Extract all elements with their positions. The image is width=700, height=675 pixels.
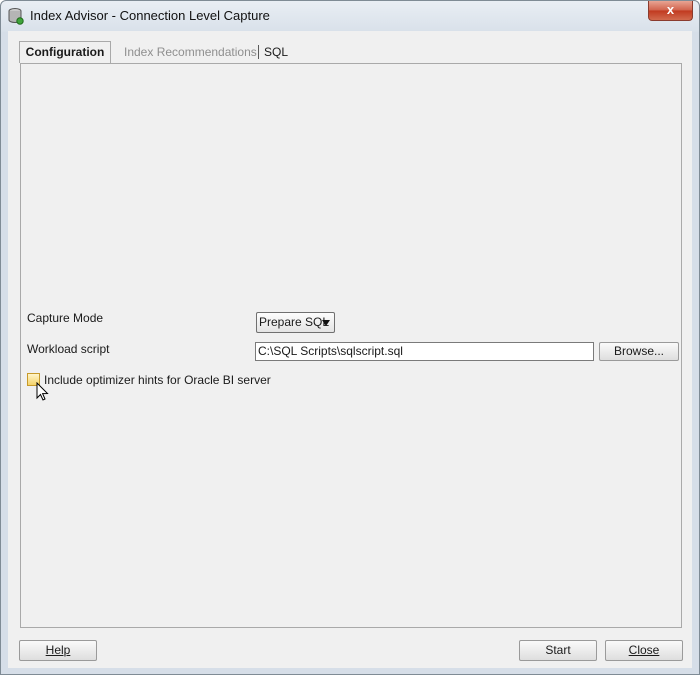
close-button-label: Close: [628, 643, 660, 657]
tab-index-recommendations: Index Recommendations: [124, 45, 257, 59]
start-button[interactable]: Start: [519, 640, 597, 661]
tab-configuration[interactable]: Configuration: [19, 41, 111, 63]
browse-button[interactable]: Browse...: [599, 342, 679, 361]
chevron-down-icon: [322, 320, 330, 326]
close-button[interactable]: Close: [605, 640, 683, 661]
database-icon: [8, 8, 24, 25]
dialog-window: Index Advisor - Connection Level Capture…: [0, 0, 700, 675]
capture-mode-value: Prepare SQL: [259, 315, 330, 329]
capture-mode-select[interactable]: Prepare SQL: [256, 312, 335, 333]
optimizer-hints-label: Include optimizer hints for Oracle BI se…: [44, 373, 271, 387]
dialog-client-area: Configuration Index Recommendations SQL …: [8, 31, 692, 668]
help-button-label: Help: [45, 643, 71, 657]
help-button[interactable]: Help: [19, 640, 97, 661]
window-close-button[interactable]: x: [648, 1, 693, 21]
workload-script-input[interactable]: C:\SQL Scripts\sqlscript.sql: [255, 342, 594, 361]
configuration-panel: Capture Mode Prepare SQL Workload script…: [20, 63, 682, 628]
tab-sql[interactable]: SQL: [258, 45, 288, 59]
window-title: Index Advisor - Connection Level Capture: [30, 8, 270, 23]
capture-mode-label: Capture Mode: [27, 311, 104, 325]
mouse-pointer-icon: [36, 382, 49, 401]
workload-script-label: Workload script: [27, 342, 110, 356]
title-bar[interactable]: Index Advisor - Connection Level Capture…: [1, 1, 699, 31]
